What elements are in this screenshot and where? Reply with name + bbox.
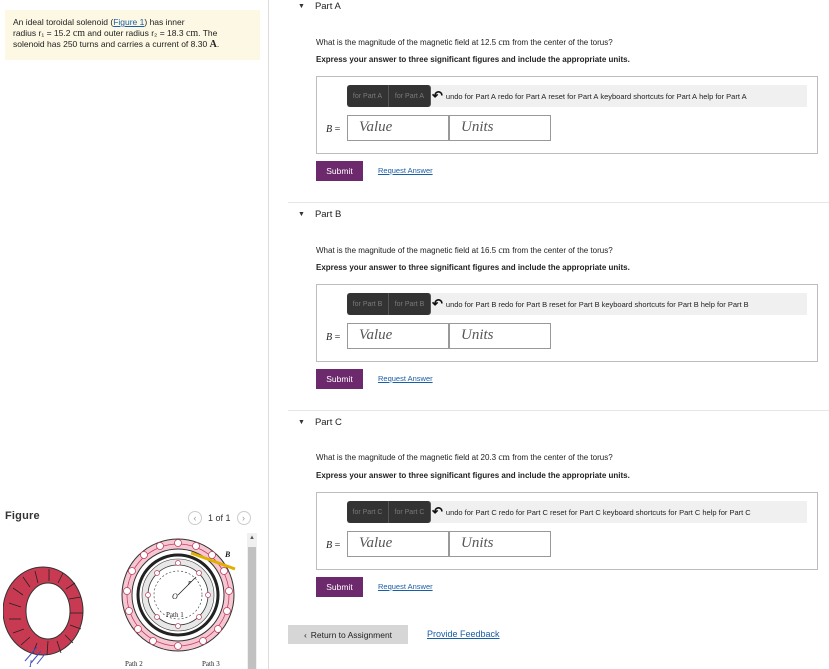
part-a-toolbar: for Part A for Part A ↶ undo for Part A … bbox=[347, 85, 807, 107]
keyboard-shortcuts-button[interactable]: keyboard shortcuts for Part A bbox=[600, 92, 697, 101]
path-3-label: Path 3 bbox=[202, 660, 220, 668]
figure-page-count: 1 of 1 bbox=[208, 513, 231, 523]
figure-image: I Path 1 r O B Path 2 Path 3 bbox=[3, 533, 257, 669]
column-divider bbox=[268, 0, 269, 669]
templates-button[interactable]: for Part C bbox=[347, 501, 389, 523]
undo-button[interactable]: undo for Part C bbox=[446, 508, 497, 517]
value-input[interactable]: Value bbox=[347, 115, 449, 141]
path-2-label: Path 2 bbox=[125, 660, 143, 668]
collapse-caret-icon: ▼ bbox=[298, 419, 305, 426]
undo-icon[interactable]: ↶ bbox=[432, 88, 443, 104]
figure-link[interactable]: Figure 1 bbox=[113, 17, 144, 27]
problem-line-2: radius r₁ = 15.2 cm and outer radius r₂ … bbox=[13, 28, 218, 39]
units-input[interactable]: Units bbox=[449, 115, 551, 141]
scroll-thumb[interactable] bbox=[248, 547, 256, 669]
part-b-toolbar: for Part B for Part B ↶ undo for Part B … bbox=[347, 293, 807, 315]
part-b-question: What is the magnitude of the magnetic fi… bbox=[316, 246, 613, 256]
part-b-header[interactable]: ▼ Part B bbox=[298, 209, 341, 220]
help-button[interactable]: help for Part B bbox=[701, 300, 749, 309]
undo-button[interactable]: undo for Part A bbox=[446, 92, 496, 101]
redo-button[interactable]: redo for Part C bbox=[499, 508, 548, 517]
collapse-caret-icon: ▼ bbox=[298, 3, 305, 10]
part-b-submit-button[interactable]: Submit bbox=[316, 369, 363, 389]
chevron-left-icon: ‹ bbox=[303, 629, 307, 640]
part-a-instruction: Express your answer to three significant… bbox=[316, 55, 630, 64]
part-c-instruction: Express your answer to three significant… bbox=[316, 471, 630, 480]
reset-button[interactable]: reset for Part A bbox=[548, 92, 598, 101]
undo-icon[interactable]: ↶ bbox=[432, 504, 443, 520]
part-c-answer-box: for Part C for Part C ↶ undo for Part C … bbox=[316, 492, 818, 570]
units-input[interactable]: Units bbox=[449, 323, 551, 349]
b-symbol: B bbox=[224, 550, 231, 559]
b-equals-label: B = bbox=[326, 540, 341, 551]
part-a-question: What is the magnitude of the magnetic fi… bbox=[316, 38, 613, 48]
keyboard-shortcuts-button[interactable]: keyboard shortcuts for Part C bbox=[603, 508, 701, 517]
provide-feedback-link[interactable]: Provide Feedback bbox=[427, 629, 500, 639]
part-a-request-answer-link[interactable]: Request Answer bbox=[378, 166, 433, 175]
help-button[interactable]: help for Part C bbox=[702, 508, 750, 517]
prev-figure-button[interactable]: ‹ bbox=[188, 511, 202, 525]
part-c-toolbar: for Part C for Part C ↶ undo for Part C … bbox=[347, 501, 807, 523]
symbols-button[interactable]: for Part B bbox=[389, 293, 431, 315]
part-a-submit-button[interactable]: Submit bbox=[316, 161, 363, 181]
next-figure-button[interactable]: › bbox=[236, 511, 251, 525]
figure-pager: ‹ 1 of 1 › bbox=[188, 511, 251, 525]
part-c-question: What is the magnitude of the magnetic fi… bbox=[316, 453, 613, 463]
part-b-answer-box: for Part B for Part B ↶ undo for Part B … bbox=[316, 284, 818, 362]
collapse-caret-icon: ▼ bbox=[298, 211, 305, 218]
reset-button[interactable]: reset for Part B bbox=[549, 300, 599, 309]
toroid-diagram: I Path 1 r O B Path 2 Path 3 bbox=[3, 538, 236, 669]
figure-scrollbar[interactable]: ▲ bbox=[247, 533, 257, 669]
figure-heading: Figure bbox=[5, 510, 40, 522]
symbols-button[interactable]: for Part C bbox=[389, 501, 431, 523]
part-c-submit-button[interactable]: Submit bbox=[316, 577, 363, 597]
scroll-up-icon[interactable]: ▲ bbox=[247, 533, 257, 543]
problem-line-3: solenoid has 250 turns and carries a cur… bbox=[13, 39, 220, 50]
part-c-request-answer-link[interactable]: Request Answer bbox=[378, 582, 433, 591]
symbols-button[interactable]: for Part A bbox=[389, 85, 431, 107]
part-c-header[interactable]: ▼ Part C bbox=[298, 417, 342, 428]
help-button[interactable]: help for Part A bbox=[699, 92, 747, 101]
part-divider bbox=[288, 202, 829, 203]
redo-button[interactable]: redo for Part A bbox=[498, 92, 546, 101]
value-input[interactable]: Value bbox=[347, 531, 449, 557]
part-divider bbox=[288, 410, 829, 411]
problem-statement: An ideal toroidal solenoid (Figure 1) ha… bbox=[5, 10, 260, 60]
o-symbol: O bbox=[172, 592, 178, 601]
undo-icon[interactable]: ↶ bbox=[432, 296, 443, 312]
part-a-answer-box: for Part A for Part A ↶ undo for Part A … bbox=[316, 76, 818, 154]
reset-button[interactable]: reset for Part C bbox=[550, 508, 601, 517]
part-b-request-answer-link[interactable]: Request Answer bbox=[378, 374, 433, 383]
b-equals-label: B = bbox=[326, 124, 341, 135]
svg-text:I: I bbox=[28, 659, 33, 669]
undo-button[interactable]: undo for Part B bbox=[446, 300, 496, 309]
templates-button[interactable]: for Part B bbox=[347, 293, 389, 315]
redo-button[interactable]: redo for Part B bbox=[498, 300, 547, 309]
part-b-instruction: Express your answer to three significant… bbox=[316, 263, 630, 272]
keyboard-shortcuts-button[interactable]: keyboard shortcuts for Part B bbox=[602, 300, 699, 309]
units-input[interactable]: Units bbox=[449, 531, 551, 557]
return-to-assignment-button[interactable]: ‹ Return to Assignment bbox=[288, 625, 408, 644]
value-input[interactable]: Value bbox=[347, 323, 449, 349]
path-1-label: Path 1 bbox=[166, 611, 184, 619]
part-a-header[interactable]: ▼ Part A bbox=[298, 1, 341, 12]
b-equals-label: B = bbox=[326, 332, 341, 343]
cross-section-drawing: Path 1 r O B Path 2 Path 3 bbox=[121, 538, 236, 668]
problem-line-1: An ideal toroidal solenoid (Figure 1) ha… bbox=[13, 17, 185, 27]
templates-button[interactable]: for Part A bbox=[347, 85, 389, 107]
toroid-3d-drawing: I bbox=[3, 566, 84, 669]
